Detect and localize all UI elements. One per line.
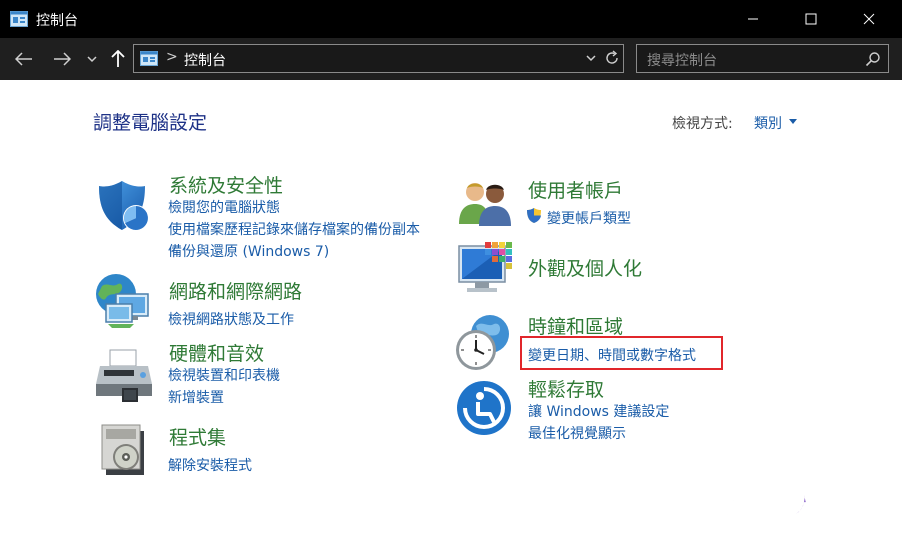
view-by-label: 檢視方式: bbox=[672, 116, 733, 132]
recent-locations-button[interactable] bbox=[82, 47, 102, 71]
link-review-computer-status[interactable]: 檢閱您的電腦狀態 bbox=[168, 197, 280, 217]
category-ease-of-access[interactable]: 輕鬆存取 bbox=[528, 375, 604, 402]
minimize-icon bbox=[748, 18, 758, 20]
monitor-palette-icon bbox=[458, 242, 512, 292]
forward-button[interactable] bbox=[50, 47, 74, 71]
link-devices-printers[interactable]: 檢視裝置和印表機 bbox=[168, 365, 280, 385]
control-panel-icon bbox=[10, 11, 28, 27]
address-bar[interactable]: > 控制台 bbox=[133, 44, 624, 73]
category-user-accounts[interactable]: 使用者帳戶 bbox=[528, 176, 623, 203]
breadcrumb-separator[interactable]: > bbox=[166, 49, 178, 65]
link-file-history-backup[interactable]: 使用檔案歷程記錄來儲存檔案的備份副本 bbox=[168, 219, 420, 239]
link-change-account-type[interactable]: 變更帳戶類型 bbox=[547, 208, 631, 228]
network-globe-icon bbox=[96, 274, 149, 328]
shield-icon bbox=[99, 181, 149, 231]
ease-of-access-icon bbox=[457, 381, 511, 435]
window-title: 控制台 bbox=[36, 13, 78, 29]
title-bar: 控制台 bbox=[0, 0, 902, 38]
users-icon bbox=[459, 183, 511, 226]
link-optimize-visual-display[interactable]: 最佳化視覺顯示 bbox=[528, 423, 626, 443]
category-clock-region[interactable]: 時鐘和區域 bbox=[528, 312, 623, 339]
maximize-icon bbox=[805, 13, 817, 25]
minimize-button[interactable] bbox=[730, 0, 776, 38]
chevron-down-icon[interactable] bbox=[585, 51, 597, 65]
watermark-text: 挨踢路人甲 bbox=[721, 493, 843, 520]
up-button[interactable] bbox=[106, 47, 130, 71]
category-system-security[interactable]: 系統及安全性 bbox=[169, 171, 283, 198]
view-by-dropdown-arrow[interactable] bbox=[789, 119, 797, 124]
search-placeholder[interactable]: 搜尋控制台 bbox=[647, 50, 717, 70]
breadcrumb-control-panel[interactable]: 控制台 bbox=[184, 50, 226, 70]
back-button[interactable] bbox=[12, 47, 36, 71]
maximize-button[interactable] bbox=[788, 0, 834, 38]
refresh-icon[interactable] bbox=[603, 49, 621, 67]
link-backup-restore[interactable]: 備份與還原 (Windows 7) bbox=[168, 241, 329, 261]
arrow-left-icon bbox=[15, 52, 32, 66]
arrow-right-icon bbox=[54, 52, 71, 66]
view-by-dropdown[interactable]: 類別 bbox=[754, 113, 782, 133]
navigation-bar: > 控制台 搜尋控制台 bbox=[0, 38, 902, 80]
control-panel-icon bbox=[140, 51, 158, 66]
search-icon[interactable] bbox=[865, 51, 881, 67]
programs-disc-icon bbox=[101, 424, 144, 475]
link-uninstall-program[interactable]: 解除安裝程式 bbox=[168, 455, 252, 475]
search-box[interactable]: 搜尋控制台 bbox=[636, 44, 889, 73]
close-button[interactable] bbox=[846, 0, 892, 38]
category-hardware-sound[interactable]: 硬體和音效 bbox=[169, 339, 264, 366]
printer-icon bbox=[96, 349, 152, 402]
category-appearance-personalization[interactable]: 外觀及個人化 bbox=[528, 254, 642, 281]
watermark: 挨踢路人甲 bbox=[721, 488, 843, 520]
link-let-windows-suggest[interactable]: 讓 Windows 建議設定 bbox=[528, 401, 669, 421]
category-programs[interactable]: 程式集 bbox=[169, 423, 226, 450]
category-network-internet[interactable]: 網路和網際網路 bbox=[169, 277, 302, 304]
arrow-up-icon bbox=[111, 50, 125, 67]
chevron-down-icon bbox=[87, 56, 97, 63]
uac-shield-icon bbox=[527, 208, 541, 223]
clock-globe-icon bbox=[456, 315, 509, 370]
highlight-box bbox=[520, 336, 723, 370]
link-add-device[interactable]: 新增裝置 bbox=[168, 387, 224, 407]
link-network-status[interactable]: 檢視網路狀態及工作 bbox=[168, 309, 294, 329]
close-icon bbox=[863, 13, 875, 25]
page-title: 調整電腦設定 bbox=[93, 112, 208, 134]
